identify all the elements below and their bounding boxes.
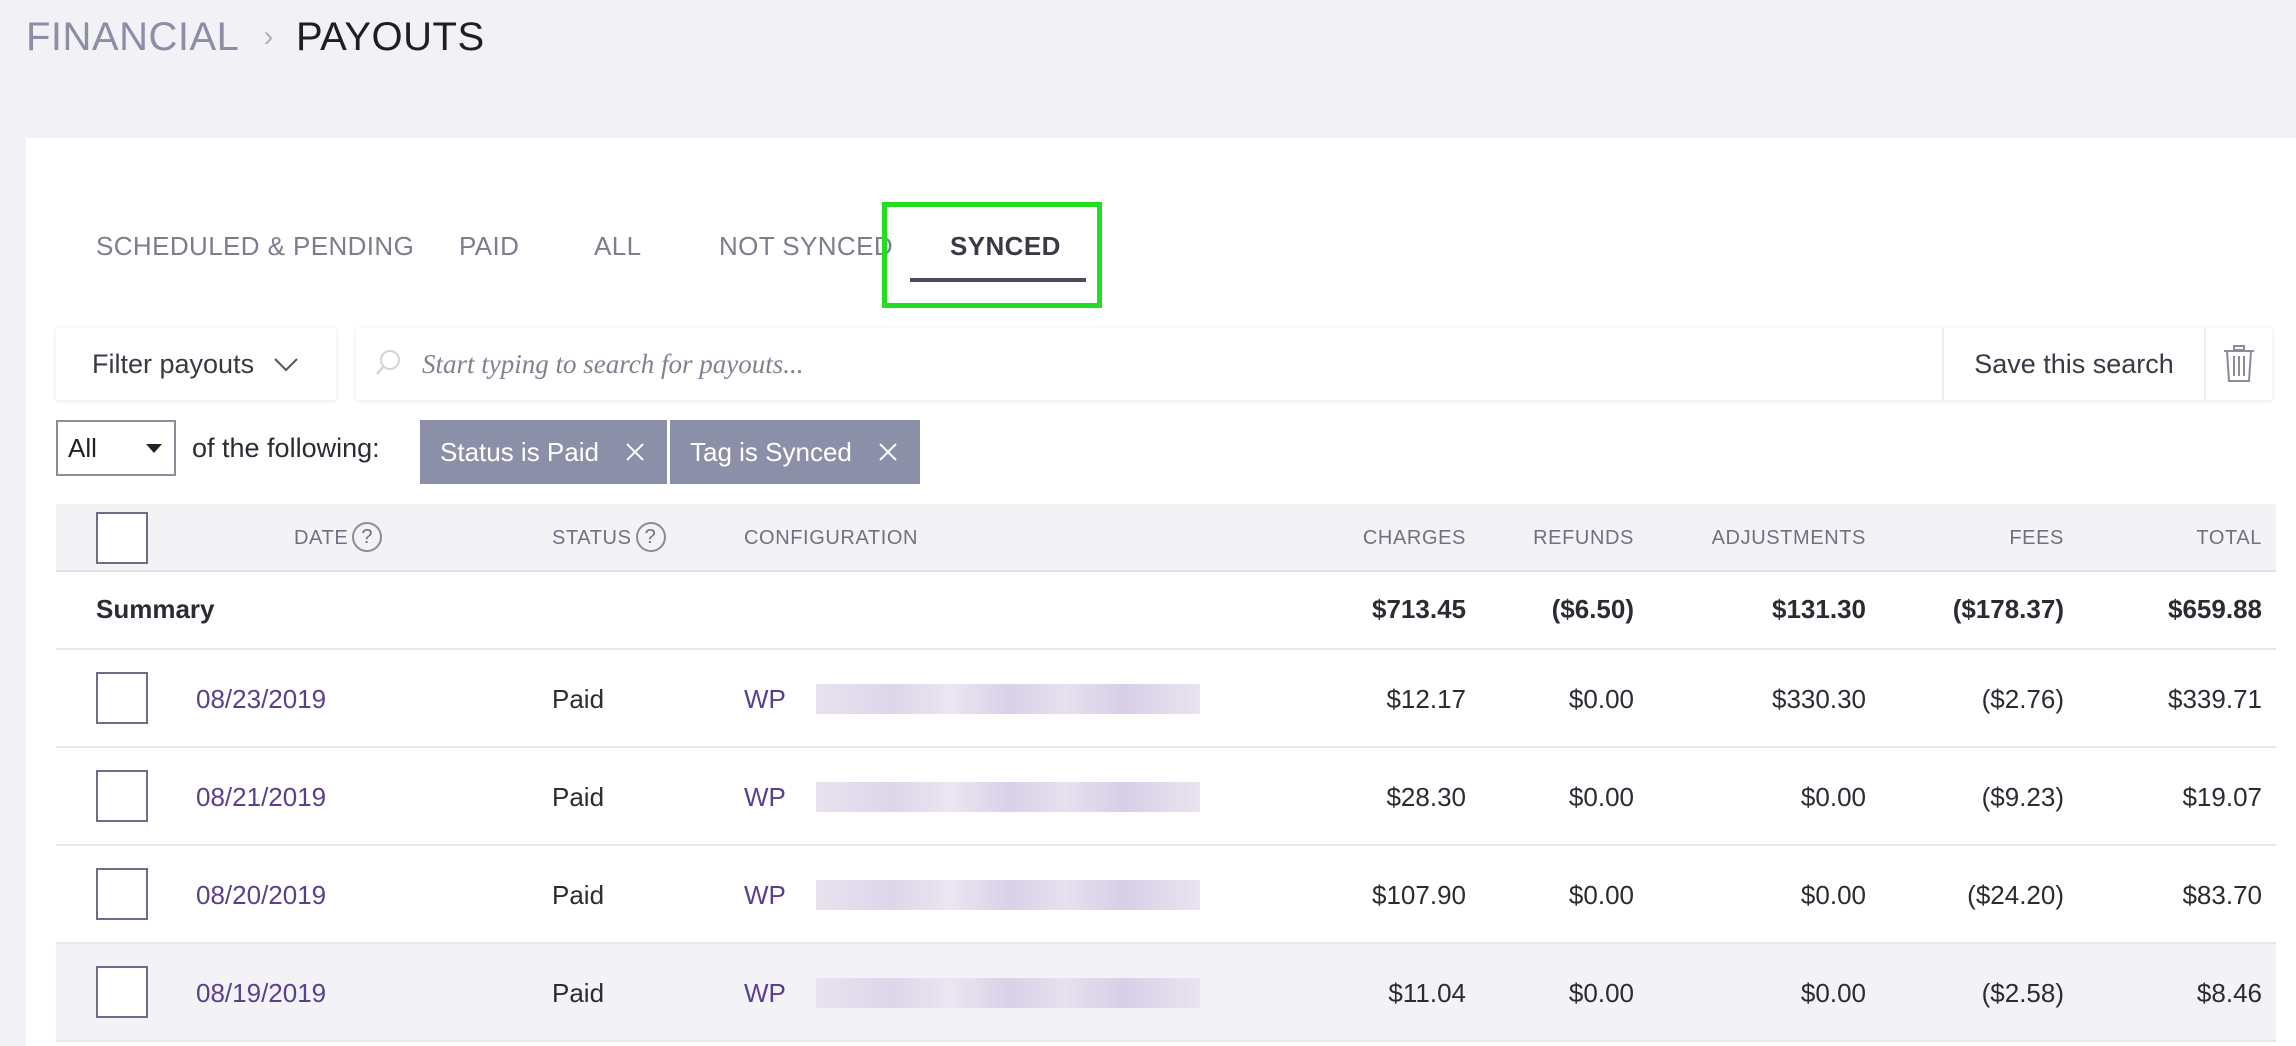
- payout-refunds: $0.00: [1568, 782, 1634, 812]
- redacted-config-name: [816, 880, 1200, 910]
- payout-config-link[interactable]: WP: [744, 978, 786, 1009]
- column-header-fees[interactable]: FEES: [1906, 504, 2064, 572]
- payout-charges: $12.17: [1386, 684, 1466, 714]
- help-icon[interactable]: ?: [352, 521, 383, 552]
- payout-charges: $107.90: [1372, 880, 1466, 910]
- payout-date-link[interactable]: 08/19/2019: [196, 978, 326, 1009]
- match-type-value: All: [68, 432, 97, 463]
- filter-chip-label: Status is Paid: [440, 436, 599, 467]
- payout-total: $83.70: [2182, 880, 2262, 910]
- table-row[interactable]: 08/23/2019 Paid WP $12.17 $0.00 $330.30 …: [56, 650, 2276, 748]
- payout-charges: $11.04: [1388, 978, 1466, 1008]
- payout-date-link[interactable]: 08/21/2019: [196, 782, 326, 813]
- search-bar: Save this search: [356, 328, 2272, 400]
- payout-adjustments: $0.00: [1800, 782, 1866, 812]
- payout-total: $8.46: [2196, 978, 2262, 1008]
- column-header-date[interactable]: DATE?: [294, 504, 383, 572]
- row-checkbox[interactable]: [96, 868, 148, 920]
- save-search-button[interactable]: Save this search: [1942, 328, 2204, 400]
- tab-scheduled-pending[interactable]: SCHEDULED & PENDING: [96, 224, 414, 268]
- payout-status: Paid: [552, 978, 605, 1008]
- summary-refunds: ($6.50): [1551, 594, 1634, 624]
- filter-chip-tag: Tag is Synced: [670, 420, 920, 484]
- payout-adjustments: $330.30: [1772, 684, 1866, 714]
- column-header-charges[interactable]: CHARGES: [1306, 504, 1466, 572]
- table-row[interactable]: 08/20/2019 Paid WP $107.90 $0.00 $0.00 (…: [56, 846, 2276, 944]
- summary-label: Summary: [96, 594, 215, 624]
- payout-config-link[interactable]: WP: [744, 880, 786, 911]
- payout-refunds: $0.00: [1568, 684, 1634, 714]
- breadcrumb-financial-link[interactable]: FINANCIAL: [26, 15, 239, 60]
- filter-payouts-button[interactable]: Filter payouts: [56, 328, 336, 400]
- row-checkbox[interactable]: [96, 672, 148, 724]
- payout-fees: ($9.23): [1981, 782, 2064, 812]
- table-row[interactable]: 08/19/2019 Paid WP $11.04 $0.00 $0.00 ($…: [56, 944, 2276, 1042]
- chevron-down-icon: [274, 358, 298, 372]
- redacted-config-name: [816, 684, 1200, 714]
- filter-chip-status: Status is Paid: [420, 420, 667, 484]
- summary-fees: ($178.37): [1952, 594, 2064, 624]
- filter-payouts-label: Filter payouts: [92, 348, 255, 379]
- payout-fees: ($2.76): [1981, 684, 2064, 714]
- caret-down-icon: [146, 444, 162, 453]
- delete-search-button[interactable]: [2204, 328, 2272, 400]
- row-checkbox[interactable]: [96, 966, 148, 1018]
- summary-total: $659.88: [2168, 594, 2262, 624]
- payout-charges: $28.30: [1386, 782, 1466, 812]
- column-header-status-label: STATUS: [552, 527, 632, 549]
- table-row[interactable]: 08/21/2019 Paid WP $28.30 $0.00 $0.00 ($…: [56, 748, 2276, 846]
- tab-highlight-box: [882, 202, 1102, 308]
- payout-status: Paid: [552, 782, 605, 812]
- redacted-config-name: [816, 782, 1200, 812]
- payout-status: Paid: [552, 684, 605, 714]
- table-header: DATE? STATUS? CONFIGURATION CHARGES REFU…: [56, 504, 2276, 572]
- match-type-select[interactable]: All: [56, 420, 176, 476]
- column-header-status[interactable]: STATUS?: [552, 504, 666, 572]
- payout-tabs: SCHEDULED & PENDING PAID ALL NOT SYNCED …: [26, 138, 2296, 308]
- column-header-total[interactable]: TOTAL: [2096, 504, 2262, 572]
- payout-config-link[interactable]: WP: [744, 684, 786, 715]
- row-checkbox[interactable]: [96, 770, 148, 822]
- payout-date-link[interactable]: 08/20/2019: [196, 880, 326, 911]
- payout-fees: ($24.20): [1967, 880, 2064, 910]
- column-header-refunds[interactable]: REFUNDS: [1476, 504, 1634, 572]
- payout-total: $339.71: [2168, 684, 2262, 714]
- close-icon[interactable]: [876, 440, 900, 464]
- search-input[interactable]: [416, 328, 1956, 400]
- payout-refunds: $0.00: [1568, 880, 1634, 910]
- tab-all[interactable]: ALL: [594, 224, 641, 268]
- page-title: PAYOUTS: [295, 14, 485, 59]
- summary-adjustments: $131.30: [1772, 594, 1866, 624]
- payout-refunds: $0.00: [1568, 978, 1634, 1008]
- filter-chip-label: Tag is Synced: [690, 436, 852, 467]
- close-icon[interactable]: [623, 440, 647, 464]
- tab-not-synced[interactable]: NOT SYNCED: [719, 224, 893, 268]
- column-header-configuration[interactable]: CONFIGURATION: [744, 504, 918, 572]
- select-all-checkbox[interactable]: [96, 512, 148, 564]
- payout-fees: ($2.58): [1981, 978, 2064, 1008]
- tab-paid[interactable]: PAID: [459, 224, 519, 268]
- column-header-date-label: DATE: [294, 527, 349, 549]
- breadcrumb: FINANCIAL › PAYOUTS: [26, 12, 485, 62]
- payout-adjustments: $0.00: [1800, 880, 1866, 910]
- match-label: of the following:: [192, 433, 380, 463]
- trash-icon: [2224, 345, 2254, 382]
- search-icon: [376, 350, 400, 375]
- breadcrumb-chevron-icon: ›: [263, 20, 274, 53]
- payout-status: Paid: [552, 880, 605, 910]
- summary-charges: $713.45: [1372, 594, 1466, 624]
- redacted-config-name: [816, 978, 1200, 1008]
- help-icon[interactable]: ?: [635, 521, 666, 552]
- payouts-card: SCHEDULED & PENDING PAID ALL NOT SYNCED …: [26, 138, 2296, 1046]
- payout-config-link[interactable]: WP: [744, 782, 786, 813]
- payout-adjustments: $0.00: [1800, 978, 1866, 1008]
- summary-row: Summary $713.45 ($6.50) $131.30 ($178.37…: [56, 572, 2276, 650]
- column-header-adjustments[interactable]: ADJUSTMENTS: [1656, 504, 1866, 572]
- payout-date-link[interactable]: 08/23/2019: [196, 684, 326, 715]
- payout-total: $19.07: [2182, 782, 2262, 812]
